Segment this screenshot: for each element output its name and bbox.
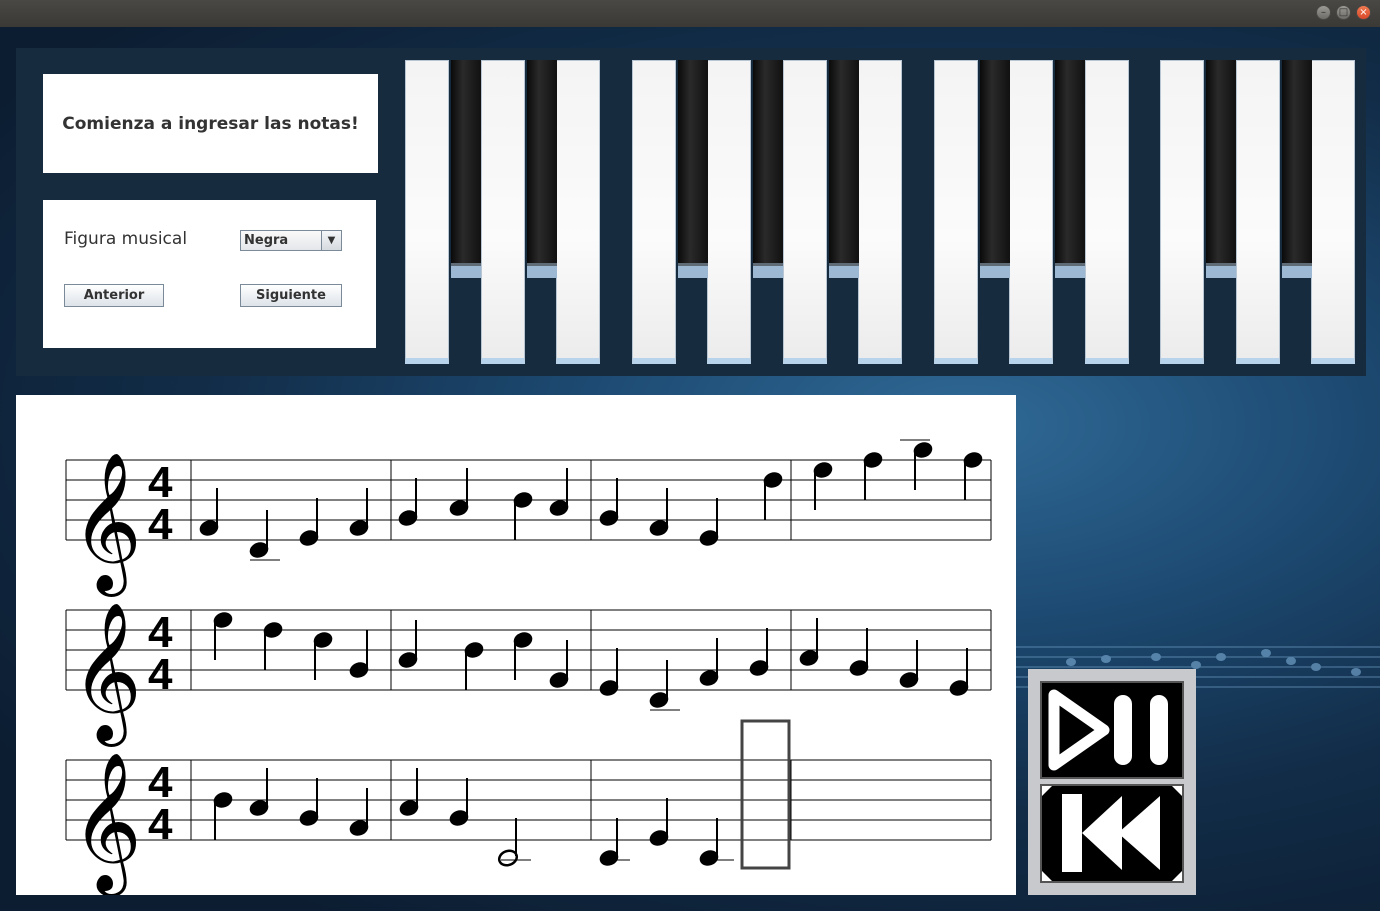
figure-label: Figura musical (64, 229, 188, 249)
input-cursor-box (740, 719, 791, 870)
white-key[interactable] (1235, 60, 1280, 364)
white-key[interactable] (405, 60, 449, 364)
black-key[interactable] (1281, 60, 1312, 278)
white-key[interactable] (1311, 60, 1355, 364)
black-key[interactable] (677, 60, 708, 278)
score-staves: 𝄞 44𝄞 44𝄞 44 (65, 439, 992, 897)
white-key[interactable] (1009, 60, 1053, 364)
black-key[interactable] (451, 60, 481, 278)
black-key[interactable] (979, 60, 1010, 278)
white-key[interactable] (480, 60, 525, 364)
maximize-icon[interactable]: □ (1336, 5, 1351, 20)
white-key[interactable] (858, 60, 902, 364)
black-key[interactable] (1206, 60, 1236, 278)
message-box: Comienza a ingresar las notas! (43, 74, 378, 173)
time-signature-bottom: 4 (148, 650, 173, 699)
transport-panel (1028, 669, 1196, 895)
time-signature-bottom: 4 (148, 800, 173, 849)
rewind-icon (1042, 786, 1182, 881)
white-key[interactable] (933, 60, 978, 364)
white-key[interactable] (631, 60, 676, 364)
close-icon[interactable]: × (1356, 5, 1371, 20)
black-key[interactable] (1055, 60, 1085, 278)
music-score: 𝄞 4 4 𝄞 4 4 𝄞 4 4 (16, 395, 1016, 897)
treble-clef-icon: 𝄞 (71, 452, 142, 597)
treble-clef-icon: 𝄞 (71, 602, 142, 747)
piano-keyboard (405, 60, 1355, 366)
white-key[interactable] (556, 60, 600, 364)
minimize-icon[interactable]: – (1316, 5, 1331, 20)
figure-select-value: Negra (244, 233, 289, 248)
treble-clef-icon: 𝄞 (71, 752, 142, 895)
play-pause-button[interactable] (1040, 681, 1184, 779)
figure-panel: Figura musical Negra ▼ Anterior Siguient… (43, 200, 376, 348)
play-pause-icon (1048, 689, 1168, 771)
white-key[interactable] (1084, 60, 1129, 364)
black-key[interactable] (753, 60, 783, 278)
white-key[interactable] (1160, 60, 1204, 364)
time-signature-bottom: 4 (148, 500, 173, 549)
white-key[interactable] (782, 60, 827, 364)
black-key[interactable] (828, 60, 859, 278)
previous-button[interactable]: Anterior (64, 284, 164, 307)
window-title-bar: – □ × (0, 0, 1380, 27)
message-text: Comienza a ingresar las notas! (62, 113, 359, 134)
black-key[interactable] (526, 60, 557, 278)
chevron-down-icon[interactable]: ▼ (321, 231, 341, 250)
figure-select[interactable]: Negra ▼ (240, 230, 342, 251)
rewind-button[interactable] (1040, 784, 1184, 883)
next-button[interactable]: Siguiente (240, 284, 342, 307)
white-key[interactable] (707, 60, 751, 364)
